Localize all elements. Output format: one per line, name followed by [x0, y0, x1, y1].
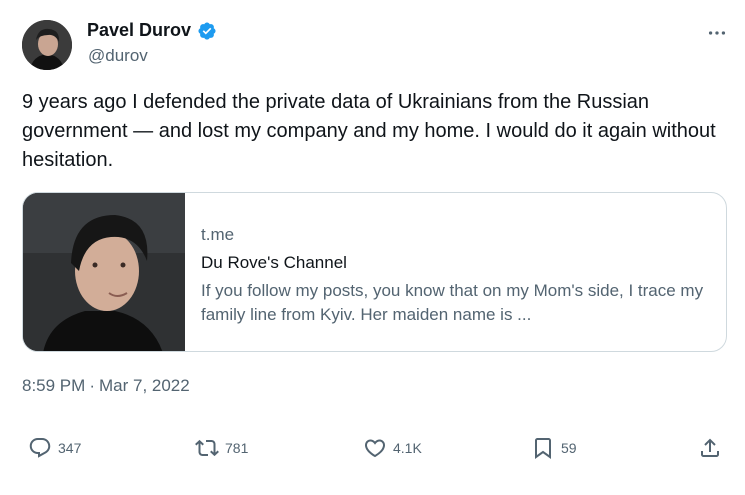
timestamp-separator: · [89, 376, 95, 395]
avatar-portrait [22, 20, 72, 70]
author-handle[interactable]: @durov [88, 46, 148, 66]
retweet-count: 781 [225, 440, 249, 456]
tweet-time: 8:59 PM [22, 376, 86, 395]
tweet-date: Mar 7, 2022 [98, 376, 190, 395]
link-card-image [23, 193, 185, 351]
tweet: Pavel Durov @durov 9 years ago I defende… [0, 0, 745, 495]
author-avatar[interactable] [22, 20, 72, 70]
share-upload-icon [701, 438, 719, 457]
tweet-text: 9 years ago I defended the private data … [22, 91, 716, 171]
link-card-title: Du Rove's Channel [201, 253, 347, 272]
comment-bubble-icon [29, 438, 51, 458]
verified-badge-icon [197, 21, 217, 41]
tweet-timestamp[interactable]: 8:59 PM · Mar 7, 2022 [22, 376, 190, 396]
link-card-domain: t.me [201, 225, 235, 244]
bookmark-button[interactable]: 59 [531, 436, 577, 460]
author-name-row: Pavel Durov [87, 20, 217, 41]
bookmark-count: 59 [561, 440, 577, 456]
retweet-arrows-icon [195, 439, 219, 457]
link-preview-card[interactable]: t.me Du Rove's Channel If you follow my … [22, 192, 727, 352]
link-card-description: If you follow my posts, you know that on… [201, 281, 704, 324]
bookmark-icon [535, 438, 551, 459]
more-options-button[interactable] [700, 18, 734, 48]
retweet-button[interactable]: 781 [195, 436, 248, 460]
like-button[interactable]: 4.1K [363, 436, 422, 460]
author-display-name[interactable]: Pavel Durov [87, 20, 191, 41]
heart-icon [364, 439, 386, 458]
share-button[interactable] [698, 436, 722, 460]
more-dots-icon [708, 31, 726, 35]
reply-count: 347 [58, 440, 82, 456]
reply-button[interactable]: 347 [28, 436, 81, 460]
like-count: 4.1K [393, 440, 422, 456]
